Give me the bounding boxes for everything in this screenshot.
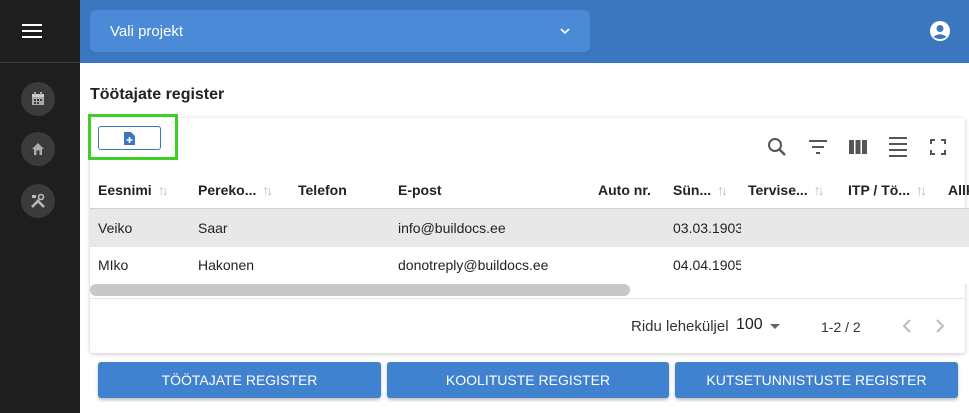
- calendar-icon: [32, 92, 44, 105]
- column-header[interactable]: Tervise... ↑↓: [748, 172, 825, 209]
- sort-icon[interactable]: ↑↓: [158, 182, 169, 198]
- add-file-button[interactable]: [98, 126, 161, 150]
- search-icon[interactable]: [766, 136, 788, 158]
- filter-icon[interactable]: [807, 136, 829, 158]
- column-header[interactable]: Eesnimi ↑↓: [98, 172, 169, 209]
- column-header[interactable]: Telefon: [298, 172, 347, 209]
- sort-icon[interactable]: ↑↓: [262, 182, 273, 198]
- sidebar-item-tools[interactable]: [21, 184, 55, 218]
- trainings-register-button[interactable]: KOOLITUSTE REGISTER: [387, 362, 669, 398]
- horizontal-scrollbar[interactable]: [90, 284, 630, 296]
- employees-register-button[interactable]: TÖÖTAJATE REGISTER: [98, 362, 381, 398]
- top-bar: Vali projekt: [80, 0, 969, 63]
- cell-first-name: Veiko: [98, 220, 133, 236]
- sidebar-divider: [0, 62, 80, 63]
- cell-email: donotreply@buildocs.ee: [398, 257, 549, 273]
- sidebar-item-calendar[interactable]: [21, 82, 55, 116]
- cell-first-name: MIko: [98, 257, 129, 273]
- pagination-divider: [90, 298, 965, 299]
- sort-icon[interactable]: ↑↓: [916, 182, 927, 198]
- sidebar-item-home[interactable]: [21, 132, 55, 166]
- table-row[interactable]: Veiko Saar info@buildocs.ee 03.03.1903: [90, 210, 969, 247]
- sort-icon[interactable]: ↑↓: [814, 182, 825, 198]
- certificates-register-button[interactable]: KUTSETUNNISTUSTE REGISTER: [675, 362, 958, 398]
- cell-last-name: Saar: [198, 220, 228, 236]
- chevron-down-icon: [560, 28, 570, 34]
- caret-down-icon[interactable]: [770, 324, 780, 329]
- column-header[interactable]: Auto nr.: [598, 172, 651, 209]
- account-icon[interactable]: [929, 20, 951, 42]
- cell-birthdate: 03.03.1903: [673, 220, 741, 236]
- page-title: Töötajate register: [90, 86, 225, 103]
- home-icon: [32, 143, 44, 155]
- table-row[interactable]: MIko Hakonen donotreply@buildocs.ee 04.0…: [90, 247, 969, 284]
- column-header[interactable]: Sün... ↑↓: [673, 172, 728, 209]
- tools-icon: [31, 193, 45, 208]
- rows-per-page-label: Ridu leheküljel: [631, 318, 729, 335]
- chevron-right-icon[interactable]: [931, 316, 949, 336]
- fullscreen-icon[interactable]: [927, 136, 949, 158]
- cell-email: info@buildocs.ee: [398, 220, 506, 236]
- density-icon[interactable]: [887, 136, 909, 158]
- pagination-range: 1-2 / 2: [821, 319, 861, 335]
- project-select[interactable]: Vali projekt: [90, 10, 590, 52]
- project-select-label: Vali projekt: [110, 22, 184, 40]
- column-header[interactable]: Allk: [948, 172, 969, 209]
- table-header: Eesnimi ↑↓ Pereko... ↑↓ Telefon E-post Aut…: [90, 172, 969, 209]
- column-header[interactable]: ITP / Tö... ↑↓: [848, 172, 927, 209]
- cell-last-name: Hakonen: [198, 257, 255, 273]
- menu-icon[interactable]: [22, 24, 42, 40]
- rows-per-page-select[interactable]: 100: [736, 316, 763, 334]
- sort-icon[interactable]: ↑↓: [717, 182, 728, 198]
- column-header[interactable]: Pereko... ↑↓: [198, 172, 273, 209]
- cell-birthdate: 04.04.1905: [673, 257, 741, 273]
- columns-icon[interactable]: [847, 136, 869, 158]
- column-header[interactable]: E-post: [398, 172, 442, 209]
- sidebar: [0, 0, 80, 413]
- chevron-left-icon[interactable]: [899, 316, 917, 336]
- add-file-icon: [124, 131, 135, 145]
